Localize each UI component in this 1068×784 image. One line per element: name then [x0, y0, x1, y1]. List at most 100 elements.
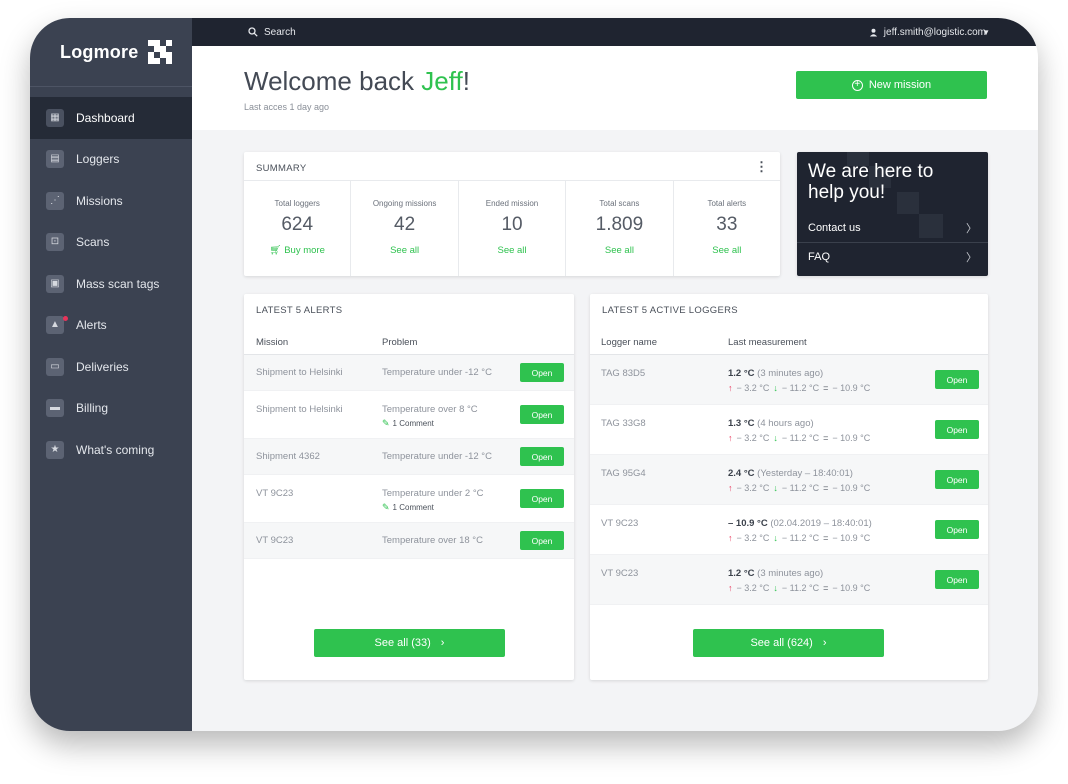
welcome-user-name: Jeff: [421, 66, 463, 96]
alert-problem: Temperature under -12 °C: [382, 367, 492, 378]
sidebar-item-loggers[interactable]: ▤ Loggers: [30, 139, 192, 181]
column-header-last-measurement: Last measurement: [728, 337, 807, 348]
page-header: Welcome back Jeff! Last acces 1 day ago …: [192, 46, 1038, 130]
scan-icon: ⊡: [46, 233, 64, 252]
logger-name: TAG 83D5: [601, 368, 646, 379]
open-button[interactable]: Open: [520, 489, 564, 508]
caret-down-icon[interactable]: ▼: [982, 18, 990, 46]
logger-name: VT 9C23: [601, 518, 639, 529]
open-button[interactable]: Open: [935, 370, 979, 389]
sidebar-item-alerts[interactable]: ▲ Alerts: [30, 305, 192, 347]
see-all-alerts-button[interactable]: See all (33) ›: [314, 629, 505, 657]
summary-card: SUMMARY ⋮ Total loggers 624 🛒︎ Buy more …: [244, 152, 780, 276]
user-email: jeff.smith@logistic.com: [883, 26, 986, 38]
measurement-min: − 11.2 °C: [781, 583, 820, 593]
open-button[interactable]: Open: [520, 447, 564, 466]
sidebar-item-label: What's coming: [76, 442, 155, 457]
logger-icon: ▤: [46, 150, 64, 169]
open-button[interactable]: Open: [520, 531, 564, 550]
search-button[interactable]: Search: [248, 18, 296, 46]
see-all-link[interactable]: See all: [459, 245, 565, 256]
search-label: Search: [264, 26, 296, 38]
new-mission-button[interactable]: + New mission: [796, 71, 987, 99]
see-all-label: See all (624): [750, 637, 813, 649]
sidebar-item-scans[interactable]: ⊡ Scans: [30, 222, 192, 264]
open-button[interactable]: Open: [935, 570, 979, 589]
alert-mission: Shipment 4362: [256, 451, 320, 462]
arrow-down-icon: ↓: [773, 433, 778, 443]
faq-link[interactable]: FAQ 〉: [797, 242, 988, 270]
measurement-value: – 10.9 °C: [728, 518, 768, 529]
stat-ongoing-missions: Ongoing missions 42 See all: [351, 181, 459, 276]
stat-value: 624: [281, 214, 314, 235]
arrow-up-icon: ↑: [728, 533, 733, 543]
user-menu[interactable]: jeff.smith@logistic.com: [869, 18, 986, 46]
alert-problem: Temperature under -12 °C: [382, 451, 492, 462]
comment-link[interactable]: ✎ 1 Comment: [382, 418, 478, 429]
alert-mission: VT 9C23: [256, 488, 294, 499]
sidebar-item-label: Deliveries: [76, 359, 129, 374]
tag-icon: ▣: [46, 274, 64, 293]
help-title: We are here to help you!: [808, 161, 934, 203]
more-vertical-icon[interactable]: ⋮: [755, 160, 768, 173]
measurement-max: − 3.2 °C: [736, 533, 770, 543]
sidebar-item-missions[interactable]: ⋰ Missions: [30, 180, 192, 222]
arrow-down-icon: ↓: [773, 583, 778, 593]
stat-label: Ongoing missions: [372, 199, 437, 208]
measurement-max: − 3.2 °C: [736, 483, 770, 493]
arrow-up-icon: ↑: [728, 583, 733, 593]
alerts-list: Shipment to Helsinki Temperature under -…: [244, 354, 574, 559]
chevron-right-icon: 〉: [966, 251, 977, 264]
open-button[interactable]: Open: [520, 363, 564, 382]
column-header-logger-name: Logger name: [601, 337, 657, 348]
see-all-loggers-button[interactable]: See all (624) ›: [693, 629, 884, 657]
sidebar: Logmore ▦ Dashboard ▤ Loggers ⋰ Missions…: [30, 18, 192, 731]
measurement-time: (3 minutes ago): [757, 568, 824, 579]
open-button[interactable]: Open: [935, 420, 979, 439]
see-all-link[interactable]: See all: [674, 245, 780, 256]
open-button[interactable]: Open: [935, 520, 979, 539]
latest-loggers-card: LATEST 5 ACTIVE LOGGERS Logger name Last…: [590, 294, 988, 680]
measurement-min: − 11.2 °C: [781, 533, 820, 543]
comment-count: 1 Comment: [392, 419, 434, 428]
open-button[interactable]: Open: [935, 470, 979, 489]
cart-icon: 🛒︎: [269, 245, 285, 256]
see-all-link[interactable]: See all: [566, 245, 672, 256]
contact-us-link[interactable]: Contact us 〉: [797, 214, 988, 242]
measurement-value: 1.3 °C: [728, 418, 755, 429]
comment-link[interactable]: ✎ 1 Comment: [382, 502, 484, 513]
equals-icon: =: [823, 483, 829, 493]
search-icon: [248, 27, 258, 37]
table-row: Shipment to Helsinki Temperature under -…: [244, 355, 574, 391]
stat-ended-mission: Ended mission 10 See all: [459, 181, 567, 276]
table-row: VT 9C23 – 10.9 °C (02.04.2019 – 18:40:01…: [590, 505, 988, 555]
equals-icon: =: [823, 533, 829, 543]
column-header-mission: Mission: [256, 337, 289, 348]
arrow-up-icon: ↑: [728, 483, 733, 493]
sidebar-item-deliveries[interactable]: ▭ Deliveries: [30, 346, 192, 388]
alerts-title: LATEST 5 ALERTS: [256, 305, 343, 316]
alert-mission: Shipment to Helsinki: [256, 404, 343, 415]
sidebar-item-billing[interactable]: ▬ Billing: [30, 388, 192, 430]
buy-more-link[interactable]: 🛒︎ Buy more: [244, 245, 350, 256]
measurement-min: − 11.2 °C: [781, 483, 820, 493]
measurement-max: − 3.2 °C: [736, 383, 770, 393]
user-icon: [869, 28, 877, 37]
table-row: VT 9C23 Temperature under 2 °C ✎ 1 Commen…: [244, 475, 574, 523]
sidebar-item-mass-scan-tags[interactable]: ▣ Mass scan tags: [30, 263, 192, 305]
last-access-text: Last acces 1 day ago: [244, 102, 330, 112]
sidebar-item-label: Alerts: [76, 318, 107, 333]
chevron-right-icon: ›: [822, 637, 827, 649]
open-button[interactable]: Open: [520, 405, 564, 424]
sidebar-item-dashboard[interactable]: ▦ Dashboard: [30, 97, 192, 139]
measurement-max: − 3.2 °C: [736, 433, 770, 443]
arrow-down-icon: ↓: [773, 483, 778, 493]
see-all-link[interactable]: See all: [351, 245, 457, 256]
measurement-cell: – 10.9 °C (02.04.2019 – 18:40:01) ↑ − 3.2…: [728, 518, 872, 543]
column-header-problem: Problem: [382, 337, 418, 348]
faq-label: FAQ: [808, 250, 831, 263]
sidebar-item-whats-coming[interactable]: ★ What's coming: [30, 429, 192, 471]
alert-problem: Temperature over 8 °C: [382, 404, 478, 415]
alert-problem-cell: Temperature under 2 °C ✎ 1 Comment: [382, 488, 484, 513]
chevron-right-icon: 〉: [966, 223, 977, 235]
